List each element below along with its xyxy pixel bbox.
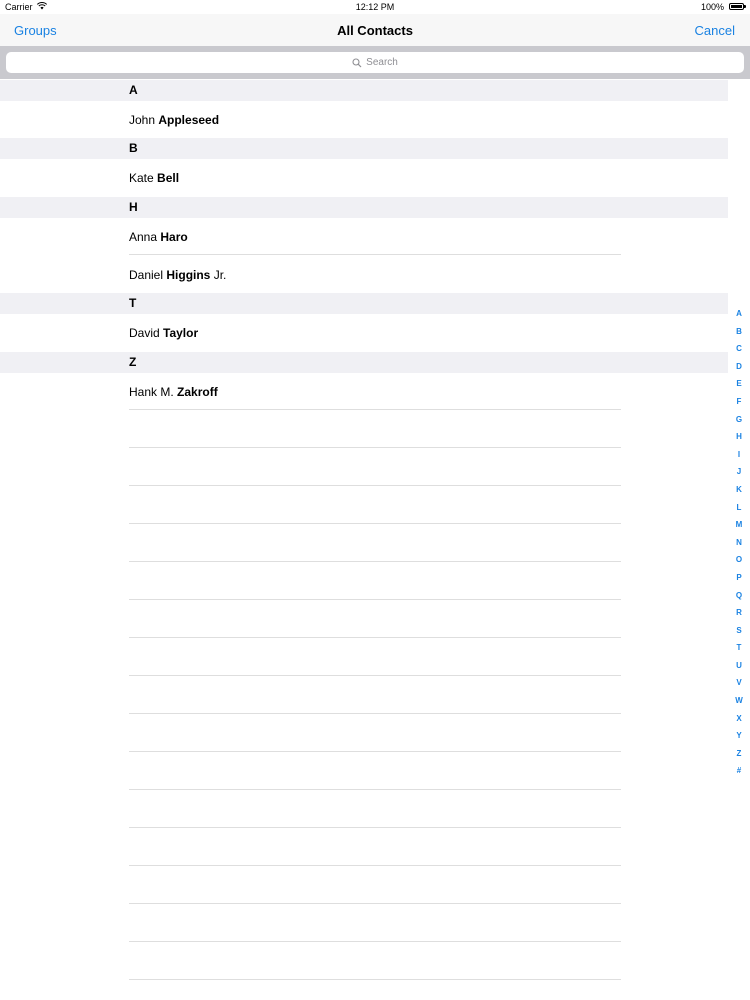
battery-icon [729,3,746,10]
row-separator [129,751,621,752]
contact-row[interactable]: Kate Bell [0,159,728,197]
contact-name: Kate Bell [129,171,180,185]
row-separator [129,827,621,828]
index-letter[interactable]: M [728,516,750,534]
battery-percent: 100% [700,2,724,12]
contact-row[interactable]: David Taylor [0,314,728,352]
row-separator [129,903,621,904]
row-separator [129,789,621,790]
contact-name: John Appleseed [129,113,220,127]
row-separator [129,713,621,714]
row-separator [129,979,621,980]
contact-name: Daniel Higgins Jr. [129,268,227,282]
index-letter[interactable]: K [728,481,750,499]
section-header-h: H [0,197,728,218]
contact-name: Hank M. Zakroff [129,385,218,399]
index-letter[interactable]: O [728,551,750,569]
row-separator [129,254,621,255]
index-letter[interactable]: F [728,393,750,411]
section-letter: H [129,200,138,214]
section-letter: A [129,83,138,97]
section-header-b: B [0,138,728,159]
index-letter[interactable]: I [728,446,750,464]
row-separator [129,941,621,942]
row-separator [129,447,621,448]
index-letter[interactable]: V [728,674,750,692]
row-separator [129,409,621,410]
clock: 12:12 PM [355,2,395,12]
index-letter[interactable]: T [728,639,750,657]
index-letter[interactable]: A [728,305,750,323]
index-letter[interactable]: Z [728,745,750,763]
row-separator [129,561,621,562]
index-letter[interactable]: R [728,604,750,622]
index-letter[interactable]: H [728,428,750,446]
index-letter[interactable]: S [728,622,750,640]
row-separator [129,865,621,866]
index-letter[interactable]: C [728,340,750,358]
page-title: All Contacts [337,23,413,38]
index-letter[interactable]: U [728,657,750,675]
navigation-bar: Groups All Contacts Cancel [0,14,750,46]
row-separator [129,485,621,486]
search-placeholder: Search [366,57,398,68]
contact-name: Anna Haro [129,230,188,244]
row-separator [129,523,621,524]
section-header-a: A [0,80,728,101]
contact-row[interactable]: Hank M. Zakroff [0,373,728,411]
row-separator [129,637,621,638]
status-bar: Carrier 12:12 PM 100% [0,0,750,14]
index-letter[interactable]: P [728,569,750,587]
row-separator [129,675,621,676]
index-letter[interactable]: D [728,358,750,376]
cancel-button[interactable]: Cancel [695,23,735,38]
contact-row[interactable]: Anna Haro [0,218,728,256]
search-bar: Search [0,46,750,79]
search-input[interactable]: Search [6,52,744,73]
index-letter[interactable]: Y [728,727,750,745]
section-header-z: Z [0,352,728,373]
index-letter[interactable]: W [728,692,750,710]
index-letter[interactable]: L [728,499,750,517]
section-letter: B [129,141,138,155]
index-letter[interactable]: # [728,762,750,780]
section-letter: T [129,296,137,310]
index-letter[interactable]: N [728,534,750,552]
index-letter[interactable]: X [728,710,750,728]
contact-row[interactable]: John Appleseed [0,101,728,139]
search-icon [352,57,362,67]
section-header-t: T [0,293,728,314]
index-letter[interactable]: G [728,411,750,429]
row-separator [129,599,621,600]
index-letter[interactable]: J [728,463,750,481]
section-letter: Z [129,355,137,369]
index-letter[interactable]: B [728,323,750,341]
contact-name: David Taylor [129,326,199,340]
index-letter[interactable]: E [728,375,750,393]
index-letter[interactable]: Q [728,587,750,605]
section-index[interactable]: A B C D E F G H I J K L M N O P Q R S T U V W X Y Z # [728,305,750,780]
contact-row[interactable]: Daniel Higgins Jr. [0,256,728,294]
